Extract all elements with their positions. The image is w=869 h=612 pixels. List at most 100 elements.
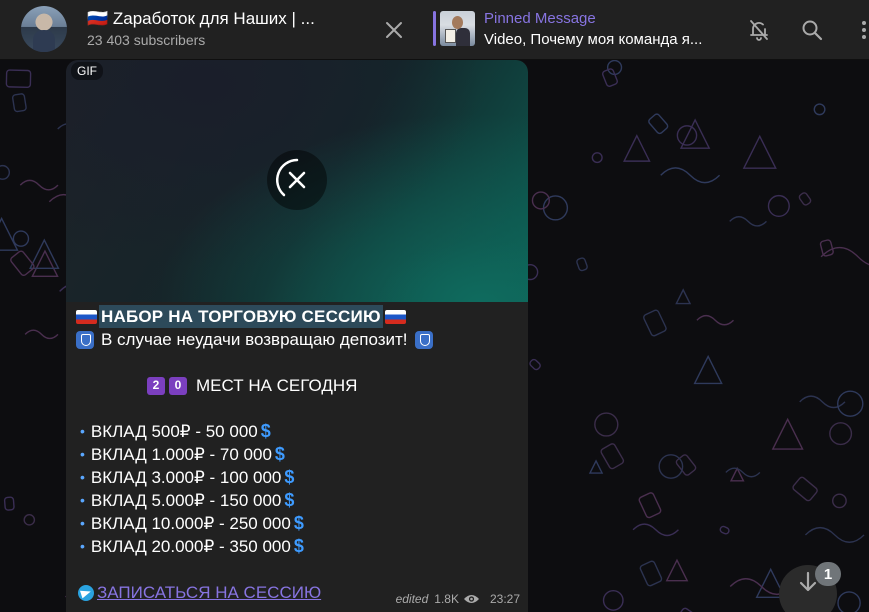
doodle-shape: [798, 192, 812, 206]
dollar-icon: $: [293, 536, 304, 556]
doodle-shape: [602, 589, 624, 611]
doodle-shape: [23, 513, 36, 526]
dollar-icon: $: [284, 467, 295, 487]
doodle-shape: [693, 354, 723, 385]
pinned-thumbnail[interactable]: [440, 11, 475, 46]
doodle-shape: [639, 560, 663, 587]
pinned-label[interactable]: Pinned Message: [484, 10, 596, 27]
doodle-shape: [813, 103, 826, 116]
deposit-row: • ВКЛАД 20.000₽ - 350 000 $: [80, 535, 304, 558]
progress-ring: [276, 158, 299, 197]
doodle-shape: [725, 467, 761, 478]
edited-label: edited: [395, 592, 429, 606]
bullet-icon: •: [80, 492, 85, 508]
bullet-icon: •: [80, 515, 85, 531]
close-pinned-button[interactable]: [380, 16, 408, 44]
doodle-shape: [729, 216, 767, 227]
deposit-return-text: В случае неудачи возвращаю депозит!: [101, 330, 408, 349]
view-count: 1.8K: [434, 592, 459, 606]
doodle-shape: [819, 239, 834, 257]
doodle-shape: [837, 390, 864, 417]
doodle-shape: [0, 164, 11, 180]
deposit-text: ВКЛАД 10.000₽ - 250 000: [90, 514, 291, 533]
dollar-icon: $: [293, 513, 304, 533]
doodle-shape: [12, 230, 30, 247]
shield-icon: [76, 330, 94, 349]
doodle-shape: [11, 93, 27, 113]
bullet-icon: •: [80, 538, 85, 554]
doodle-shape: [622, 134, 651, 162]
seats-line: 2 0 МЕСТ НА СЕГОДНЯ: [147, 374, 357, 397]
signup-link[interactable]: ЗАПИСАТЬСЯ НА СЕССИЮ: [97, 581, 321, 604]
doodle-shape: [742, 134, 777, 169]
deposit-text: ВКЛАД 3.000₽ - 100 000: [90, 468, 282, 487]
search-button[interactable]: [798, 16, 826, 44]
deposit-row: • ВКЛАД 3.000₽ - 100 000 $: [80, 466, 294, 489]
doodle-shape: [542, 195, 569, 221]
doodle-shape: [820, 246, 869, 266]
chat-header: 🇷🇺 Zаработок для Наших | ... 23 403 subs…: [0, 0, 869, 60]
deposit-text: ВКЛАД 500₽ - 50 000: [90, 422, 258, 441]
doodle-shape: [632, 523, 679, 537]
doodle-shape: [767, 194, 790, 218]
bullet-icon: •: [80, 446, 85, 462]
doodle-shape: [837, 591, 861, 612]
cancel-download-button[interactable]: [267, 150, 327, 210]
doodle-shape: [600, 443, 625, 470]
deposit-text: ВКЛАД 1.000₽ - 70 000: [90, 445, 272, 464]
seats-text: МЕСТ НА СЕГОДНЯ: [196, 376, 358, 395]
doodle-shape: [3, 496, 15, 511]
doodle-shape: [643, 309, 667, 337]
doodle-shape: [5, 69, 32, 88]
doodle-shape: [529, 358, 541, 371]
mute-button[interactable]: [745, 16, 773, 44]
doodle-shape: [588, 459, 604, 474]
doodle-shape: [679, 118, 711, 149]
message-meta: edited 1.8K 23:27: [396, 592, 520, 606]
deposit-row: • ВКЛАД 5.000₽ - 150 000 $: [80, 489, 294, 512]
deposit-row: • ВКЛАД 1.000₽ - 70 000 $: [80, 443, 285, 466]
doodle-shape: [804, 526, 865, 543]
close-icon: [386, 22, 402, 38]
doodle-shape: [638, 492, 662, 519]
channel-avatar[interactable]: [21, 6, 67, 52]
doodle-shape: [29, 238, 60, 270]
shield-icon: [414, 330, 433, 349]
doodle-shape: [665, 558, 689, 582]
gif-media[interactable]: GIF: [66, 60, 528, 302]
doodle-shape: [648, 113, 669, 135]
doodle-shape: [696, 314, 734, 326]
signup-line: ЗАПИСАТЬСЯ НА СЕССИЮ: [78, 581, 321, 604]
pinned-indicator: [433, 11, 436, 46]
telegram-icon: [78, 584, 94, 601]
dollar-icon: $: [260, 421, 271, 441]
doodle-shape: [829, 422, 853, 446]
bell-off-icon: [750, 20, 768, 41]
more-vertical-icon: [862, 21, 866, 39]
dollar-icon: $: [274, 444, 285, 464]
bullet-icon: •: [80, 469, 85, 485]
deposit-row: • ВКЛАД 500₽ - 50 000 $: [80, 420, 271, 443]
gif-badge: GIF: [71, 62, 103, 80]
dollar-icon: $: [284, 490, 295, 510]
deposit-text: ВКЛАД 20.000₽ - 350 000: [90, 537, 291, 556]
russia-flag-icon: [76, 309, 97, 324]
headline-line: НАБОР НА ТОРГОВУЮ СЕССИЮ: [76, 305, 406, 328]
doodle-shape: [792, 476, 818, 502]
more-button[interactable]: [850, 16, 869, 44]
channel-title[interactable]: 🇷🇺 Zаработок для Наших | ...: [87, 9, 337, 29]
headline: НАБОР НА ТОРГОВУЮ СЕССИЮ: [99, 305, 383, 328]
message-bubble[interactable]: GIF НАБОР НА ТОРГОВУЮ СЕССИЮ В случае не…: [66, 60, 528, 612]
doodle-shape: [19, 179, 59, 191]
doodle-shape: [601, 68, 618, 87]
doodle-shape: [591, 152, 603, 164]
doodle-shape: [832, 493, 847, 509]
deposit-text: ВКЛАД 5.000₽ - 150 000: [90, 491, 282, 510]
pinned-text[interactable]: Video, Почему моя команда я...: [484, 31, 702, 48]
doodle-shape: [771, 417, 804, 450]
deposit-row: • ВКЛАД 10.000₽ - 250 000 $: [80, 512, 304, 535]
digit-zero-icon: 0: [169, 376, 187, 395]
doodle-shape: [719, 525, 730, 535]
subscriber-count: 23 403 subscribers: [87, 32, 206, 48]
eye-icon: [463, 595, 479, 603]
